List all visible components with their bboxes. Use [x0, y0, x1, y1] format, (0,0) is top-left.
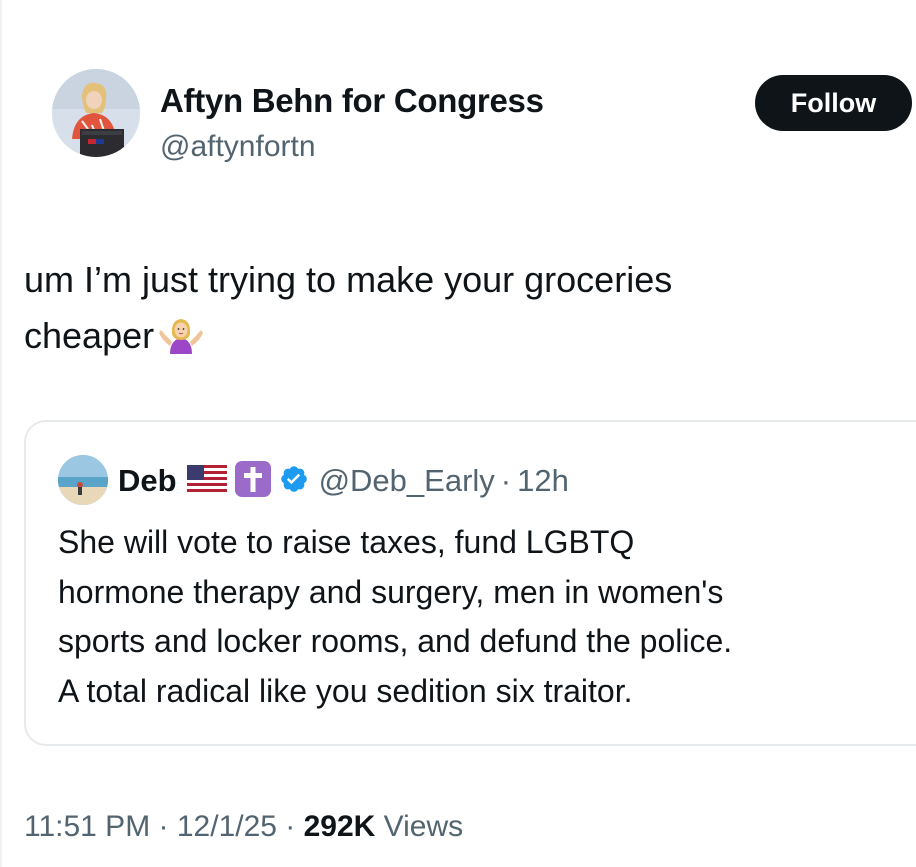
quote-line: sports and locker rooms, and defund the … — [58, 623, 733, 659]
quote-author-name[interactable]: Deb — [118, 463, 177, 499]
latin-cross-icon — [234, 460, 271, 502]
quote-text: She will vote to raise taxes, fund LGBTQ… — [58, 518, 898, 716]
views-count[interactable]: 292K — [304, 810, 376, 843]
views-label: Views — [375, 810, 464, 843]
tweet-time[interactable]: 11:51 PM — [24, 810, 150, 843]
quote-header: Deb @Deb_Early · 12h — [118, 459, 569, 503]
tweet-line: um I’m just trying to make your grocerie… — [24, 259, 673, 300]
follow-button[interactable]: Follow — [755, 75, 912, 131]
left-divider — [0, 0, 2, 867]
author-avatar[interactable] — [52, 69, 140, 157]
quote-author-photo-icon — [58, 455, 108, 505]
tweet-date[interactable]: 12/1/25 — [177, 810, 277, 843]
quote-line: She will vote to raise taxes, fund LGBTQ — [58, 524, 635, 560]
tweet-text: um I’m just trying to make your grocerie… — [24, 252, 884, 370]
quote-line: hormone therapy and surgery, men in wome… — [58, 573, 724, 610]
quote-author-avatar[interactable] — [58, 455, 108, 505]
meta-separator: · — [276, 810, 304, 843]
woman-shrugging-icon — [158, 314, 204, 370]
tweet-line: cheaper — [24, 308, 884, 370]
verified-badge-icon — [279, 464, 309, 499]
quote-author-handle[interactable]: @Deb_Early — [319, 463, 495, 499]
tweet-line-text: cheaper — [24, 315, 155, 356]
meta-separator: · — [150, 810, 177, 843]
quote-timestamp[interactable]: 12h — [517, 463, 569, 499]
author-name[interactable]: Aftyn Behn for Congress — [160, 82, 544, 120]
tweet-meta: 11:51 PM · 12/1/25 · 292K Views — [24, 810, 463, 844]
author-handle[interactable]: @aftynfortn — [160, 130, 316, 164]
quote-line: A total radical like you sedition six tr… — [58, 672, 633, 709]
author-photo-icon — [52, 69, 140, 157]
us-flag-icon — [186, 464, 227, 498]
quote-separator: · — [500, 463, 512, 498]
